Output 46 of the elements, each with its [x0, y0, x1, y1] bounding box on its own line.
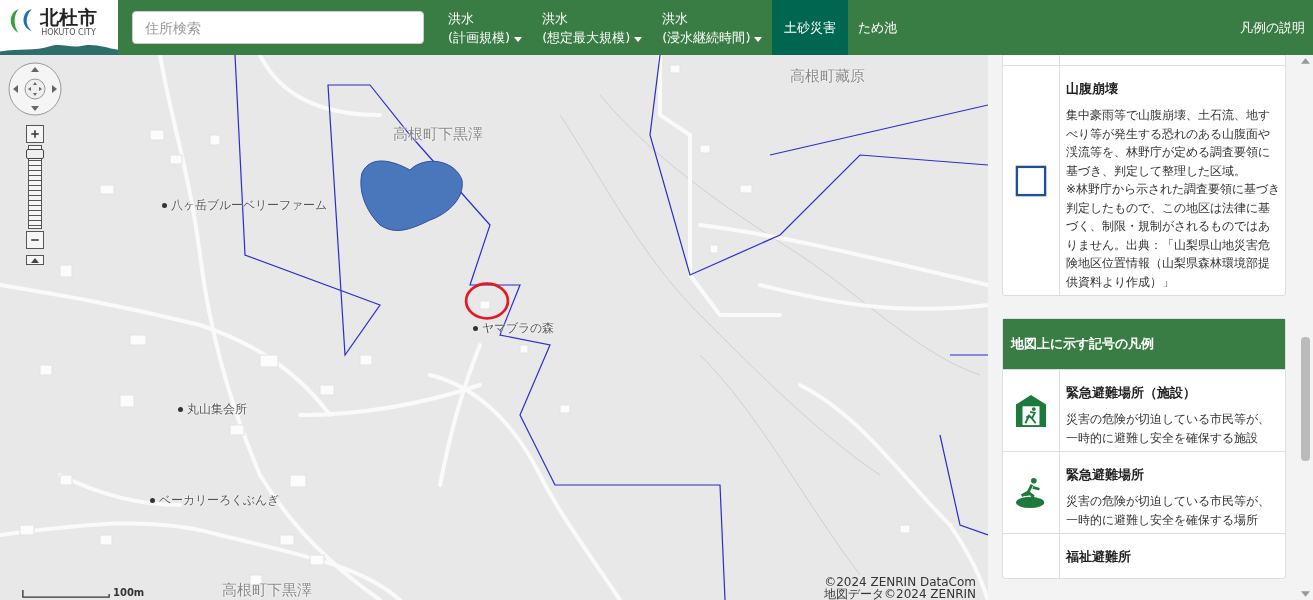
copyright-text: 地図データ©2024 ZENRIN — [824, 588, 976, 600]
zoom-slider[interactable] — [28, 145, 42, 229]
pan-control[interactable] — [7, 61, 63, 117]
poi-dot-icon — [150, 498, 155, 503]
nav-tab[interactable]: 土砂災害 — [772, 0, 849, 55]
zoom-in-button[interactable] — [26, 125, 44, 143]
legend-link[interactable]: 凡例の説明 — [1240, 0, 1313, 55]
pond-icon — [360, 160, 463, 231]
search-field[interactable]: 住所検索 — [132, 11, 424, 44]
copyright-text: ©2024 ZENRIN DataCom — [824, 576, 976, 588]
nav-tab[interactable]: 洪水 (浸水継続時間) — [652, 0, 773, 55]
legend-description: 災害の危険が切迫している市民等が、一時的に避難し安全を確保する場所 — [1066, 493, 1271, 529]
poi-dot-icon — [162, 203, 167, 208]
legend-title: 福祉避難所 — [1066, 548, 1132, 566]
area-label: 高根町下黒澤 — [393, 125, 483, 144]
running-person-icon — [1015, 476, 1047, 509]
square-outline-icon — [1015, 164, 1047, 197]
triangle-up-icon — [31, 257, 39, 263]
poi-dot-icon — [178, 407, 183, 412]
logo-title: 北杜市 — [40, 6, 97, 28]
collapse-button[interactable] — [26, 255, 44, 265]
legend-title: 山腹崩壊 — [1066, 80, 1119, 98]
legend-title: 緊急避難場所 — [1066, 466, 1145, 484]
nav-tab[interactable]: 洪水 (想定最大規模) — [532, 0, 653, 55]
legend-description: 災害の危険が切迫している市民等が、一時的に避難し安全を確保する施設 — [1066, 411, 1271, 447]
legend-description: 集中豪雨等で山腹崩壊、土石流、地すべり等が発生する恐れのある山腹面や渓流等を、林野庁が定める調査要領に基づき、判定して整理した区域。 ※林野庁から示された調査要領に基づき判定したもので、この地区は法律に基づく、制限・規制がされるものではありません。出典：「山梨県山地災害危険地区位置情報（山梨県森林環境部提供資料より作成）」 — [1066, 107, 1281, 291]
running-person-door-icon — [1015, 394, 1047, 427]
poi-dot-icon — [473, 326, 478, 331]
legend-title: 緊急避難場所（施設） — [1066, 384, 1197, 402]
place-label: ベーカリーろくぶんぎ — [159, 492, 279, 509]
scale-label: 100m — [113, 588, 145, 598]
place-label: 丸山集会所 — [187, 401, 247, 418]
nav-tab[interactable]: 洪水 (計画規模) — [438, 0, 533, 55]
zoom-slider-thumb[interactable] — [26, 149, 44, 160]
location-marker-icon — [462, 281, 512, 321]
plus-icon — [29, 128, 41, 140]
legend-heading: 地図上に示す記号の凡例 — [1003, 319, 1285, 369]
area-label: 高根町藏原 — [790, 67, 865, 86]
scroll-thumb[interactable] — [1301, 337, 1310, 461]
scroll-up-icon[interactable] — [1301, 58, 1310, 64]
zoom-out-button[interactable] — [26, 231, 44, 249]
scroll-down-icon[interactable] — [1301, 591, 1310, 597]
area-label: 高根町下黒澤 — [222, 581, 312, 600]
logo-subtitle: HOKUTO CITY — [41, 28, 96, 37]
scrollbar[interactable] — [1298, 55, 1313, 600]
nav-tab[interactable]: ため池 — [848, 0, 908, 55]
